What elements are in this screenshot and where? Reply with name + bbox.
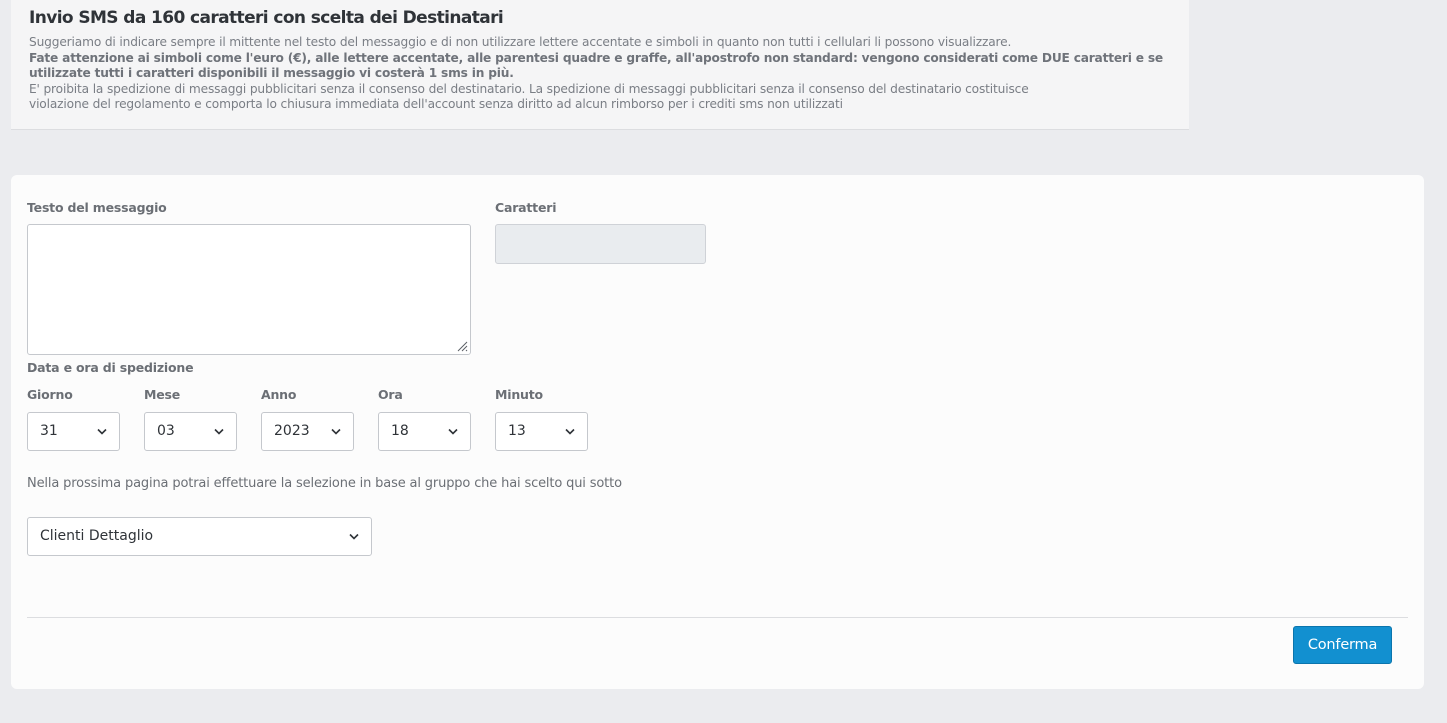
confirm-button[interactable]: Conferma — [1293, 626, 1392, 664]
page-title: Invio SMS da 160 caratteri con scelta de… — [29, 8, 504, 28]
minute-select[interactable]: 13 — [495, 412, 588, 451]
month-label: Mese — [144, 387, 181, 402]
minute-label: Minuto — [495, 387, 543, 402]
minute-value: 13 — [508, 423, 526, 439]
chars-counter-field — [495, 224, 706, 264]
day-value: 31 — [40, 423, 58, 439]
group-select[interactable]: Clienti Dettaglio — [27, 517, 372, 556]
info-warning-line-1: Fate attenzione ai simboli come l'euro (… — [29, 50, 1163, 65]
day-label: Giorno — [27, 387, 73, 402]
info-text-advertising-1: E' proibita la spedizione di messaggi pu… — [29, 81, 1029, 96]
message-label: Testo del messaggio — [27, 200, 167, 215]
month-select[interactable]: 03 — [144, 412, 237, 451]
chevron-down-icon — [97, 428, 107, 435]
year-select[interactable]: 2023 — [261, 412, 354, 451]
footer-divider — [27, 617, 1408, 618]
year-label: Anno — [261, 387, 297, 402]
datetime-label: Data e ora di spedizione — [27, 360, 194, 375]
chevron-down-icon — [565, 428, 575, 435]
chars-label: Caratteri — [495, 200, 557, 215]
info-panel: Invio SMS da 160 caratteri con scelta de… — [11, 0, 1189, 130]
chevron-down-icon — [349, 533, 359, 540]
chevron-down-icon — [214, 428, 224, 435]
year-value: 2023 — [274, 423, 310, 439]
day-select[interactable]: 31 — [27, 412, 120, 451]
info-text-sender: Suggeriamo di indicare sempre il mittent… — [29, 35, 1012, 49]
info-warning-line-2: utilizzate tutti i caratteri disponibili… — [29, 66, 514, 81]
month-value: 03 — [157, 423, 175, 439]
group-value: Clienti Dettaglio — [40, 528, 154, 544]
info-text-advertising-2: violazione del regolamento e comporta lo… — [29, 97, 843, 112]
chevron-down-icon — [448, 428, 458, 435]
chevron-down-icon — [331, 428, 341, 435]
hour-value: 18 — [391, 423, 409, 439]
group-hint-text: Nella prossima pagina potrai effettuare … — [27, 476, 622, 491]
sms-form-card: Testo del messaggio Caratteri Data e ora… — [11, 175, 1424, 689]
resize-grip-icon[interactable] — [456, 340, 468, 352]
hour-label: Ora — [378, 387, 403, 402]
hour-select[interactable]: 18 — [378, 412, 471, 451]
message-textarea[interactable] — [27, 224, 471, 355]
